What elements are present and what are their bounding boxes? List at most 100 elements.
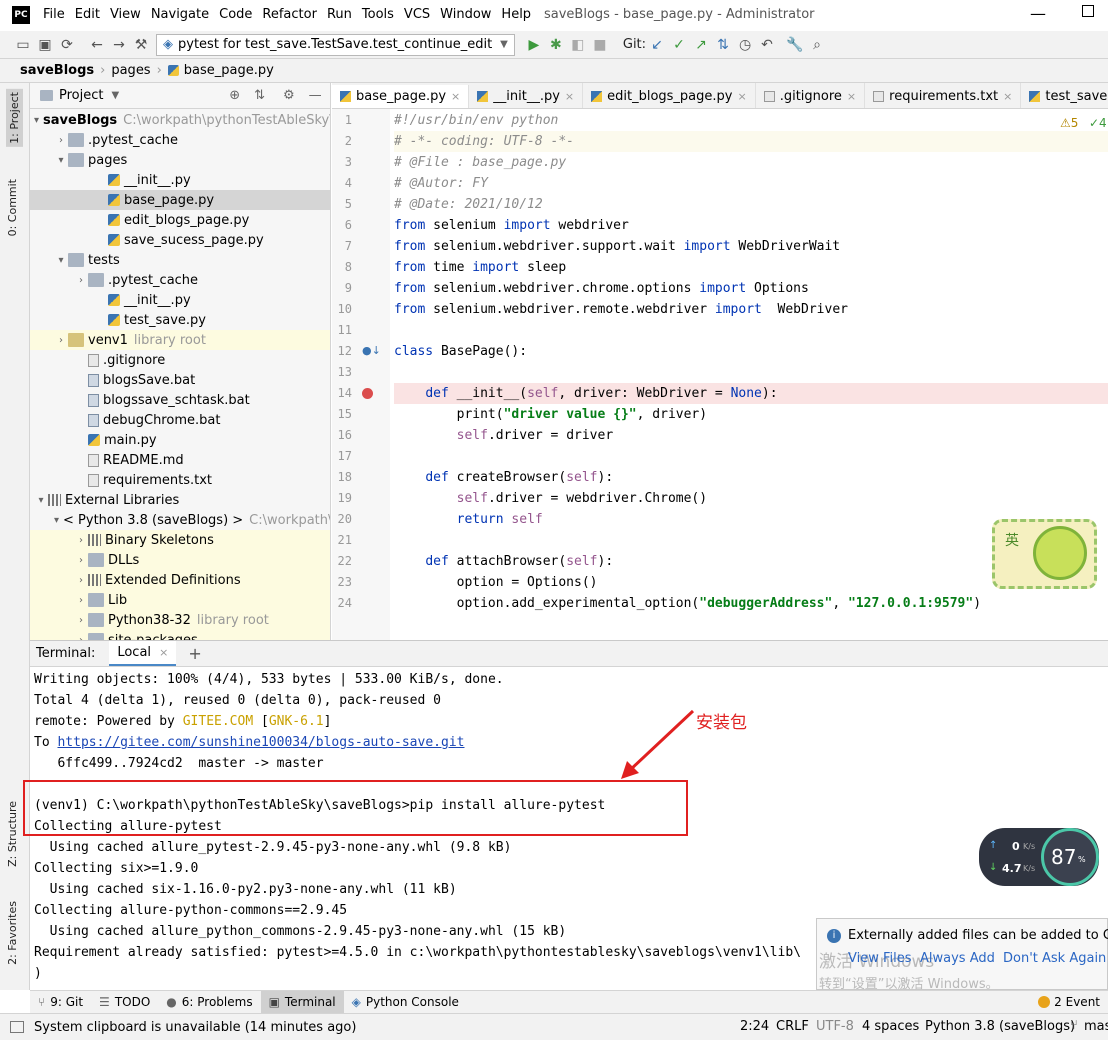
tree-item[interactable]: › Extended Definitions	[30, 570, 330, 590]
tool-tab-python-console[interactable]: ◈ Python Console	[344, 991, 467, 1014]
chevron-down-icon[interactable]: ▾	[54, 515, 59, 526]
chevron-down-icon[interactable]: ▾	[34, 115, 39, 126]
tree-item[interactable]: main.py	[30, 430, 330, 450]
close-icon[interactable]: ×	[1003, 90, 1012, 103]
menu-code[interactable]: Code	[219, 7, 252, 22]
close-icon[interactable]: ×	[159, 646, 168, 659]
tree-item[interactable]: save_sucess_page.py	[30, 230, 330, 250]
menu-view[interactable]: View	[110, 7, 141, 22]
dont-ask-again-link[interactable]: Don't Ask Again	[1003, 951, 1106, 966]
chevron-down-icon[interactable]: ▼	[111, 90, 119, 101]
run-configuration-select[interactable]: ◈ pytest for test_save.TestSave.test_con…	[156, 33, 515, 56]
open-folder-icon[interactable]: ▭	[12, 34, 34, 56]
tree-item[interactable]: README.md	[30, 450, 330, 470]
tree-item[interactable]: blogsSave.bat	[30, 370, 330, 390]
file-encoding[interactable]: UTF-8	[816, 1019, 854, 1034]
close-icon[interactable]: ×	[451, 90, 460, 103]
editor-tab[interactable]: base_page.py ×	[332, 84, 470, 108]
hide-panel-icon[interactable]: —	[309, 88, 322, 103]
tree-item[interactable]: › venv1 library root	[30, 330, 330, 350]
settings-wrench-icon[interactable]: 🔧	[784, 34, 806, 56]
chevron-down-icon[interactable]: ▾	[54, 255, 68, 266]
breadcrumb-file[interactable]: base_page.py	[184, 63, 274, 78]
chevron-right-icon[interactable]: ›	[54, 135, 68, 146]
chevron-right-icon[interactable]: ›	[74, 575, 88, 586]
tree-item[interactable]: › .pytest_cache	[30, 270, 330, 290]
menu-window[interactable]: Window	[440, 7, 491, 22]
status-message[interactable]: System clipboard is unavailable (14 minu…	[34, 1020, 356, 1035]
menu-navigate[interactable]: Navigate	[151, 7, 209, 22]
search-icon[interactable]: ⌕	[806, 34, 828, 56]
breakpoint-icon[interactable]	[362, 388, 373, 399]
tree-item[interactable]: ▾ External Libraries	[30, 490, 330, 510]
git-update-icon[interactable]: ↙	[646, 34, 668, 56]
chevron-right-icon[interactable]: ›	[74, 555, 88, 566]
chevron-down-icon[interactable]: ▾	[54, 155, 68, 166]
tree-item[interactable]: requirements.txt	[30, 470, 330, 490]
menu-file[interactable]: File	[43, 7, 65, 22]
close-icon[interactable]: ×	[847, 90, 856, 103]
maximize-button[interactable]	[1082, 5, 1094, 17]
git-commit-icon[interactable]: ✓	[668, 34, 690, 56]
tool-tab-structure[interactable]: Z: Structure	[6, 801, 19, 867]
breadcrumb-folder[interactable]: pages	[111, 63, 150, 78]
build-icon[interactable]: ⚒	[130, 34, 152, 56]
tree-item[interactable]: ▾ < Python 3.8 (saveBlogs) > C:\workpath\	[30, 510, 330, 530]
menu-help[interactable]: Help	[501, 7, 531, 22]
debug-icon[interactable]: ✱	[545, 34, 567, 56]
terminal-link[interactable]: https://gitee.com/sunshine100034/blogs-a…	[57, 735, 464, 750]
tool-tab-favorites[interactable]: 2: Favorites	[6, 901, 19, 965]
menu-tools[interactable]: Tools	[362, 7, 394, 22]
menu-edit[interactable]: Edit	[75, 7, 100, 22]
tool-tab-git[interactable]: ⑂ 9: Git	[30, 991, 91, 1014]
sync-icon[interactable]: ⟳	[56, 34, 78, 56]
tool-tab-project[interactable]: 1: Project	[6, 89, 23, 147]
tool-tab-commit[interactable]: 0: Commit	[6, 179, 19, 236]
tool-tab-terminal[interactable]: ▣ Terminal	[260, 990, 344, 1014]
coverage-icon[interactable]: ◧	[567, 34, 589, 56]
gear-icon[interactable]: ⚙	[283, 88, 295, 103]
close-icon[interactable]: ×	[737, 90, 746, 103]
menu-run[interactable]: Run	[327, 7, 352, 22]
tool-tab-problems[interactable]: ● 6: Problems	[158, 991, 260, 1014]
tree-item[interactable]: blogssave_schtask.bat	[30, 390, 330, 410]
editor-tab[interactable]: requirements.txt ×	[865, 83, 1022, 108]
tree-item[interactable]: › Lib	[30, 590, 330, 610]
forward-icon[interactable]: →	[108, 34, 130, 56]
chevron-right-icon[interactable]: ›	[74, 595, 88, 606]
python-interpreter[interactable]: Python 3.8 (saveBlogs)	[925, 1019, 1075, 1034]
run-icon[interactable]: ▶	[523, 34, 545, 56]
tree-item[interactable]: ▾ tests	[30, 250, 330, 270]
git-push-icon[interactable]: ↗	[690, 34, 712, 56]
tree-item[interactable]: ▾ pages	[30, 150, 330, 170]
tree-item[interactable]: › Binary Skeletons	[30, 530, 330, 550]
tool-window-toggle-icon[interactable]	[10, 1021, 24, 1033]
minimize-button[interactable]: —	[1030, 4, 1046, 23]
tree-item[interactable]: test_save.py	[30, 310, 330, 330]
collapse-all-icon[interactable]: ⇅	[254, 88, 265, 103]
back-icon[interactable]: ←	[86, 34, 108, 56]
tree-item[interactable]: › DLLs	[30, 550, 330, 570]
terminal-tab-local[interactable]: Local ×	[109, 641, 177, 666]
editor-tab[interactable]: test_save.py×	[1021, 83, 1108, 108]
project-panel-title[interactable]: Project	[59, 88, 103, 103]
git-merge-icon[interactable]: ⇅	[712, 34, 734, 56]
history-icon[interactable]: ◷	[734, 34, 756, 56]
always-add-link[interactable]: Always Add	[920, 951, 995, 966]
tree-item[interactable]: › site-packages	[30, 630, 330, 640]
subclassed-gutter-icon[interactable]: ●↓	[362, 344, 381, 357]
tree-item[interactable]: __init__.py	[30, 290, 330, 310]
menu-vcs[interactable]: VCS	[404, 7, 430, 22]
chevron-down-icon[interactable]: ▾	[34, 495, 48, 506]
chevron-right-icon[interactable]: ›	[74, 535, 88, 546]
rollback-icon[interactable]: ↶	[756, 34, 778, 56]
chevron-right-icon[interactable]: ›	[74, 615, 88, 626]
close-icon[interactable]: ×	[565, 90, 574, 103]
save-all-icon[interactable]: ▣	[34, 34, 56, 56]
line-separator[interactable]: CRLF	[776, 1019, 809, 1034]
stop-icon[interactable]: ■	[589, 34, 611, 56]
tree-item[interactable]: __init__.py	[30, 170, 330, 190]
caret-position[interactable]: 2:24	[740, 1019, 769, 1034]
locate-icon[interactable]: ⊕	[229, 88, 240, 103]
tree-item[interactable]: › Python38-32 library root	[30, 610, 330, 630]
